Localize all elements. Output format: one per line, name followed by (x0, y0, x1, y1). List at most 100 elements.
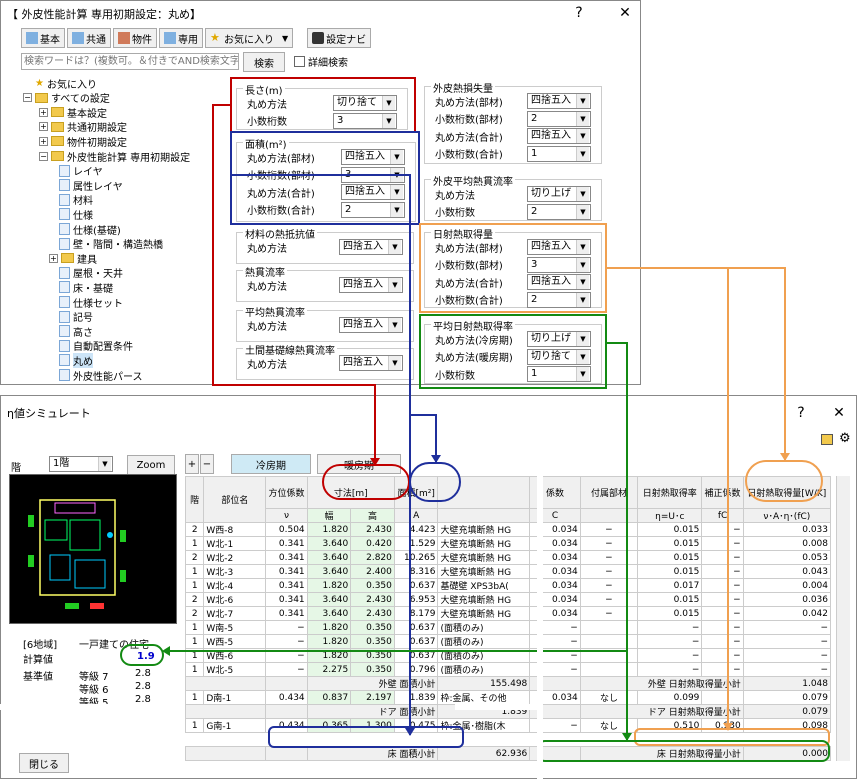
expand-toggle-icon[interactable]: − (39, 151, 48, 161)
table-row[interactable]: 1 W北-4 0.341 1.820 0.350 0.637 基礎壁 XPS3bA(0.03… (185, 578, 831, 593)
tree-item[interactable]: 仕様 (59, 206, 93, 222)
tree-item[interactable]: 壁・階間・構造熱橋 (59, 236, 163, 252)
tree-item[interactable]: 材料 (59, 192, 93, 208)
tab-common[interactable]: 共通 (67, 28, 111, 48)
tree-item[interactable]: ★ お気に入り (35, 75, 97, 91)
table-cell: − (701, 606, 744, 621)
setting-select[interactable]: 四捨五入 (339, 317, 403, 333)
sim-help-button[interactable]: ? (789, 405, 813, 421)
table-row[interactable]: 1 G南-1 0.434 0.365 1.300 0.475 枠:金属･樹脂(木 − なし 0.5… (185, 718, 831, 733)
setting-select[interactable]: 切り捨て (527, 348, 591, 365)
table-row[interactable]: 1 W北-1 0.341 3.640 0.420 1.529 大壁充填断熱 HG 0.034−… (185, 536, 831, 551)
setting-select[interactable]: 四捨五入 (527, 93, 591, 109)
table-cell: 1 (185, 578, 205, 593)
tree-item[interactable]: 記号 (59, 309, 93, 325)
setting-select[interactable]: 切り上げ (527, 331, 591, 347)
table-cell: − (701, 592, 744, 607)
setting-select[interactable]: 切り捨て (333, 95, 397, 111)
setting-select[interactable]: 四捨五入 (339, 239, 403, 255)
setting-select[interactable]: 四捨五入 (527, 239, 591, 255)
table-row[interactable]: 2 W北-2 0.341 3.640 2.820 10.265 大壁充填断熱 HG 0.034… (185, 550, 831, 565)
close-dialog-button[interactable]: 閉じる (19, 753, 69, 773)
tab-basic[interactable]: 基本 (21, 28, 65, 48)
expand-toggle-icon[interactable]: + (49, 253, 58, 263)
tree-item[interactable]: + 物件初期設定 (39, 133, 127, 149)
tab-cooling[interactable]: 冷房期 (231, 454, 311, 474)
chevron-down-icon[interactable]: ▼ (282, 34, 288, 43)
tree-item[interactable]: レイヤ (59, 163, 103, 179)
window-restore-icon[interactable] (821, 434, 833, 445)
table-cell: 1.839 (393, 690, 439, 705)
sub-c: C (529, 508, 581, 523)
tab-favorites[interactable]: ★ お気に入り ▼ (205, 28, 294, 48)
expand-toggle-icon[interactable]: + (39, 107, 48, 117)
table-row[interactable]: 2 W北-6 0.341 3.640 2.430 6.953 大壁充填断熱 HG 0.034−… (185, 592, 831, 607)
table-row[interactable]: 1 W西-6−1.820 0.350 0.637 (面積のみ) − − − − (185, 648, 831, 663)
setting-select[interactable]: 3 (341, 166, 405, 183)
setting-select[interactable]: 四捨五入 (527, 128, 591, 144)
document-icon (59, 339, 70, 352)
search-button[interactable]: 検索 (243, 52, 285, 72)
setting-select[interactable]: 3 (527, 256, 591, 273)
table-row[interactable]: 2 W北-7 0.341 3.640 2.430 8.179 大壁充填断熱 HG 0.034−… (185, 606, 831, 621)
setting-select[interactable]: 3 (333, 112, 397, 129)
setting-select[interactable]: 2 (527, 203, 591, 220)
tree-item[interactable]: 属性レイヤ (59, 177, 123, 193)
tree-item[interactable]: 高さ (59, 323, 93, 339)
setting-select[interactable]: 切り上げ (527, 186, 591, 202)
remove-button[interactable]: − (200, 454, 214, 474)
setting-label: 小数桁数 (435, 208, 475, 219)
vertical-scrollbar[interactable] (836, 476, 850, 761)
expand-toggle-icon[interactable]: + (39, 136, 48, 146)
sub-spec (437, 508, 531, 523)
add-button[interactable]: + (185, 454, 199, 474)
table-cell: 大壁充填断熱 HG (437, 592, 531, 607)
tree-item-label: すべての設定 (51, 94, 110, 106)
setting-select[interactable]: 四捨五入 (341, 149, 405, 165)
gear-icon[interactable]: ⚙ (839, 431, 851, 446)
setting-select[interactable]: 四捨五入 (339, 277, 403, 293)
table-row[interactable]: 1 W北-3 0.341 3.640 2.400 8.316 大壁充填断熱 HG 0.034−… (185, 564, 831, 579)
tree-item[interactable]: + 基本設定 (39, 104, 107, 120)
table-row[interactable]: 2 W西-8 0.504 1.820 2.430 4.423 大壁充填断熱 HG 0.034−… (185, 522, 831, 537)
setting-select[interactable]: 2 (341, 201, 405, 218)
tree-item[interactable]: 屋根・天井 (59, 265, 123, 281)
setting-select[interactable]: 四捨五入 (339, 355, 403, 371)
tree-item[interactable]: − すべての設定 (23, 90, 110, 106)
table-row[interactable]: 1 W北-5−2.275 0.350 0.796 (面積のみ) − − − − (185, 662, 831, 677)
close-button[interactable]: ✕ (613, 5, 637, 21)
expand-toggle-icon[interactable]: + (39, 122, 48, 132)
tab-dedicated[interactable]: 専用 (159, 28, 203, 48)
tree-item[interactable]: + 共通初期設定 (39, 119, 127, 135)
setting-select[interactable]: 四捨五入 (341, 184, 405, 200)
table-row[interactable]: 1 D南-1 0.434 0.837 2.197 1.839 枠:金属、その他 0.034 なし… (185, 690, 831, 705)
table-row[interactable]: 1 W西-5−1.820 0.350 0.637 (面積のみ) − − − − (185, 634, 831, 649)
table-row[interactable]: 1 W南-5−1.820 0.350 0.637 (面積のみ) − − − − (185, 620, 831, 635)
zoom-button[interactable]: Zoom (127, 455, 175, 475)
floor-select[interactable]: 1階 (49, 456, 113, 472)
tab-heating[interactable]: 暖房期 (317, 454, 401, 474)
table-cell: 0.341 (265, 564, 308, 579)
setting-select[interactable]: 四捨五入 (527, 274, 591, 290)
detail-search-checkbox[interactable]: 詳細検索 (294, 54, 348, 69)
tree-item[interactable]: 仕様(基礎) (59, 221, 121, 237)
expand-toggle-icon[interactable]: − (23, 93, 32, 103)
tree-item[interactable]: − 外皮性能計算 専用初期設定 (39, 148, 190, 164)
tab-property[interactable]: 物件 (113, 28, 157, 48)
floor-plan-image[interactable] (9, 474, 177, 624)
setting-select[interactable]: 2 (527, 291, 591, 308)
sim-close-button[interactable]: ✕ (827, 405, 851, 421)
tree-item[interactable]: 自動配置条件 (59, 338, 133, 354)
setting-select[interactable]: 2 (527, 110, 591, 127)
tree-item[interactable]: 床・基礎 (59, 279, 113, 295)
settings-navi-button[interactable]: 設定ナビ (307, 28, 372, 48)
tree-item[interactable]: + 建具 (49, 250, 97, 266)
tree-item[interactable]: 外皮性能パース (59, 367, 143, 383)
setting-select[interactable]: 1 (527, 366, 591, 382)
help-button[interactable]: ? (567, 5, 591, 21)
col-eta: 日射熱取得率 (637, 476, 703, 509)
tree-item[interactable]: 仕様セット (59, 294, 123, 310)
setting-select[interactable]: 1 (527, 145, 591, 162)
tree-item[interactable]: 丸め (59, 352, 93, 368)
search-input[interactable] (21, 53, 239, 70)
